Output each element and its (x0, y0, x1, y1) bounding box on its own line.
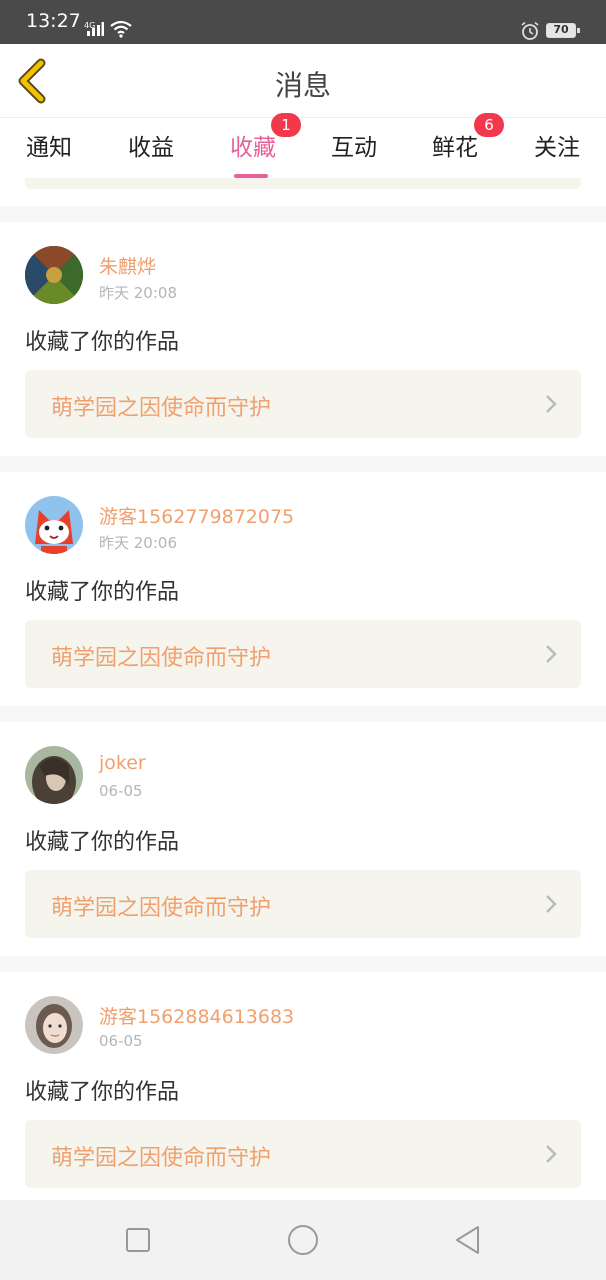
username[interactable]: 朱麒烨 (99, 252, 156, 279)
username[interactable]: 游客1562779872075 (99, 502, 294, 529)
signal-icon (87, 22, 104, 36)
tab-earnings[interactable]: 收益 (106, 128, 196, 162)
message-text: 收藏了你的作品 (25, 830, 180, 855)
avatar[interactable] (25, 246, 83, 304)
home-circle-icon[interactable] (285, 1222, 321, 1258)
work-title: 萌学园之因使命而守护 (51, 1146, 272, 1171)
tab-badge-favorites: 1 (271, 113, 301, 137)
avatar[interactable] (25, 496, 83, 554)
battery-icon: 70 (546, 23, 580, 38)
system-navigation-bar (0, 1200, 606, 1280)
recents-square-icon[interactable] (120, 1222, 156, 1258)
tab-label: 通知 (26, 135, 72, 161)
tab-following[interactable]: 关注 (512, 128, 602, 162)
tab-bar: 通知 收益 收藏 1 互动 鲜花 6 关注 (0, 113, 606, 178)
work-link[interactable]: 萌学园之因使命而守护 (25, 620, 581, 688)
page-title: 消息 (274, 69, 331, 102)
work-link[interactable]: 萌学园之因使命而守护 (25, 1120, 581, 1188)
chevron-right-icon (546, 1145, 557, 1163)
message-time: 06-05 (99, 782, 143, 800)
work-title: 萌学园之因使命而守护 (51, 396, 272, 421)
work-link[interactable]: 萌学园之因使命而守护 (25, 370, 581, 438)
message-time: 昨天 20:06 (99, 534, 177, 552)
message-card: 游客1562884613683 06-05 收藏了你的作品 萌学园之因使命而守护 (0, 972, 606, 1206)
tab-label: 收益 (128, 135, 174, 161)
work-title: 萌学园之因使命而守护 (51, 896, 272, 921)
wifi-icon (110, 20, 132, 38)
work-title: 萌学园之因使命而守护 (51, 646, 272, 671)
username[interactable]: 游客1562884613683 (99, 1002, 294, 1029)
tab-badge-flowers: 6 (474, 113, 504, 137)
status-bar: 13:27 4G 70 (0, 0, 606, 44)
chevron-right-icon (546, 895, 557, 913)
previous-card-tail (0, 178, 606, 206)
message-text: 收藏了你的作品 (25, 580, 180, 605)
avatar[interactable] (25, 996, 83, 1054)
alarm-icon (521, 21, 539, 40)
tab-interactions[interactable]: 互动 (309, 128, 399, 162)
avatar[interactable] (25, 746, 83, 804)
work-link[interactable]: 萌学园之因使命而守护 (25, 870, 581, 938)
username[interactable]: joker (99, 752, 146, 774)
message-time: 06-05 (99, 1032, 143, 1050)
chevron-right-icon (546, 645, 557, 663)
message-card: joker 06-05 收藏了你的作品 萌学园之因使命而守护 (0, 722, 606, 956)
message-card: 朱麒烨 昨天 20:08 收藏了你的作品 萌学园之因使命而守护 (0, 222, 606, 456)
message-text: 收藏了你的作品 (25, 330, 180, 355)
tab-label: 关注 (534, 135, 580, 161)
tab-label: 互动 (331, 135, 377, 161)
tab-label: 鲜花 (432, 135, 478, 161)
tab-label: 收藏 (230, 135, 276, 161)
previous-work-link[interactable] (25, 178, 581, 189)
message-card: 游客1562779872075 昨天 20:06 收藏了你的作品 萌学园之因使命… (0, 472, 606, 706)
back-triangle-icon[interactable] (450, 1222, 486, 1258)
tab-notifications[interactable]: 通知 (4, 128, 94, 162)
top-app-bar: 消息 (0, 44, 606, 118)
message-time: 昨天 20:08 (99, 284, 177, 302)
message-text: 收藏了你的作品 (25, 1080, 180, 1105)
chevron-right-icon (546, 395, 557, 413)
status-time: 13:27 (26, 10, 81, 32)
